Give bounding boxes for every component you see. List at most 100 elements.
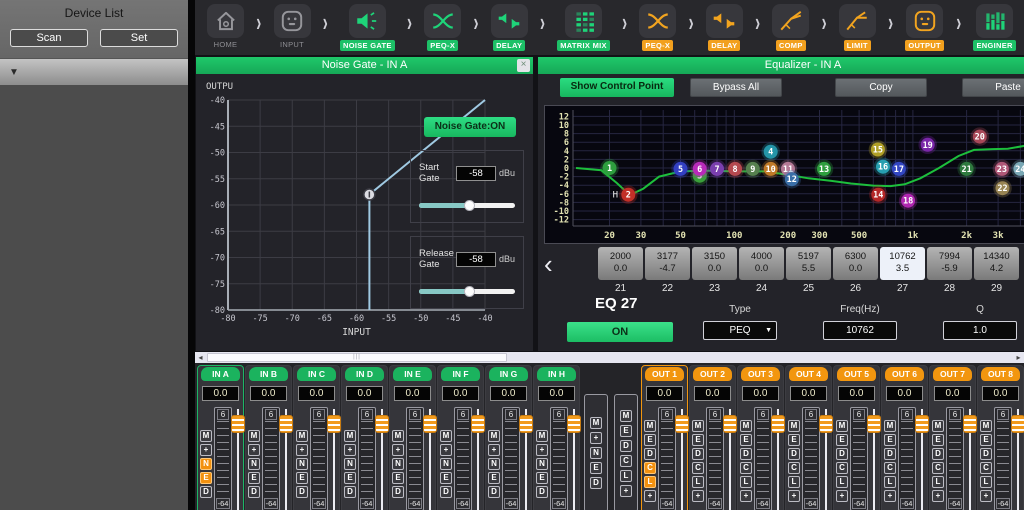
copy-button[interactable]: Copy: [835, 78, 927, 97]
channel-button-plus[interactable]: +: [692, 490, 704, 502]
fader-handle[interactable]: [675, 415, 689, 433]
channel-button-d[interactable]: D: [440, 486, 452, 498]
channel-gain-value[interactable]: 0.0: [790, 386, 827, 401]
channel-button-plus[interactable]: +: [536, 444, 548, 456]
channel-button-plus[interactable]: +: [884, 490, 896, 502]
channel-strip-out-7[interactable]: OUT 7 0.0 MEDCL+ 6 -64: [929, 365, 976, 510]
fader-track[interactable]: [237, 409, 239, 510]
show-control-point-button[interactable]: Show Control Point: [560, 78, 674, 97]
channel-name[interactable]: OUT 6: [885, 367, 924, 381]
channel-button-l[interactable]: L: [620, 470, 632, 482]
channel-button-l[interactable]: L: [788, 476, 800, 488]
channel-button-m[interactable]: M: [200, 430, 212, 442]
channel-button-d[interactable]: D: [248, 486, 260, 498]
channel-button-l[interactable]: L: [740, 476, 752, 488]
toolbar-item-comp[interactable]: COMP: [772, 4, 809, 51]
channel-button-e[interactable]: E: [740, 434, 752, 446]
eq-graph[interactable]: 121086420-2-4-6-8-10-1220305010020030050…: [544, 105, 1024, 244]
fader-track[interactable]: [729, 409, 731, 510]
toolbar-item-output[interactable]: OUTPUT: [905, 4, 944, 51]
channel-button-n[interactable]: N: [200, 458, 212, 470]
scan-button[interactable]: Scan: [10, 29, 88, 47]
channel-button-plus[interactable]: +: [644, 490, 656, 502]
fader-handle[interactable]: [963, 415, 977, 433]
toolbar-item-input[interactable]: INPUT: [274, 4, 311, 49]
channel-name[interactable]: IN F: [441, 367, 480, 381]
channel-button-e[interactable]: E: [788, 434, 800, 446]
channel-gain-value[interactable]: 0.0: [490, 386, 527, 401]
toolbar-item-peq-x[interactable]: PEQ-X: [639, 4, 676, 51]
channel-button-d[interactable]: D: [590, 477, 602, 489]
channel-button-c[interactable]: C: [788, 462, 800, 474]
channel-button-e[interactable]: E: [590, 462, 602, 474]
freq-field[interactable]: 10762: [823, 321, 897, 340]
noise-gate-titlebar[interactable]: Noise Gate - IN A ×: [196, 57, 533, 74]
channel-button-plus[interactable]: +: [788, 490, 800, 502]
toolbar-item-noise-gate[interactable]: NOISE GATE: [340, 4, 395, 51]
channel-button-m[interactable]: M: [296, 430, 308, 442]
channel-button-d[interactable]: D: [392, 486, 404, 498]
channel-gain-value[interactable]: 0.0: [394, 386, 431, 401]
channel-button-l[interactable]: L: [932, 476, 944, 488]
channel-button-plus[interactable]: +: [248, 444, 260, 456]
channel-gain-value[interactable]: 0.0: [646, 386, 683, 401]
channel-button-n[interactable]: N: [536, 458, 548, 470]
fader-handle[interactable]: [771, 415, 785, 433]
channel-strip-in-e[interactable]: IN E 0.0 M+NED 6 -64: [389, 365, 436, 510]
channel-button-plus[interactable]: +: [620, 485, 632, 497]
channel-name[interactable]: IN D: [345, 367, 384, 381]
channel-button-d[interactable]: D: [836, 448, 848, 460]
horizontal-scrollbar[interactable]: ◂ ||| ▸: [195, 352, 1024, 363]
channel-gain-value[interactable]: 0.0: [346, 386, 383, 401]
channel-button-l[interactable]: L: [692, 476, 704, 488]
channel-button-e[interactable]: E: [644, 434, 656, 446]
channel-button-plus[interactable]: +: [344, 444, 356, 456]
channel-button-d[interactable]: D: [296, 486, 308, 498]
channel-button-l[interactable]: L: [836, 476, 848, 488]
channel-strip-out-1[interactable]: OUT 1 0.0 MEDCL+ 6 -64: [641, 365, 688, 510]
fader-track[interactable]: [381, 409, 383, 510]
fader-handle[interactable]: [471, 415, 485, 433]
fader-handle[interactable]: [231, 415, 245, 433]
channel-name[interactable]: IN H: [537, 367, 576, 381]
fader-handle[interactable]: [819, 415, 833, 433]
channel-button-d[interactable]: D: [200, 486, 212, 498]
equalizer-titlebar[interactable]: Equalizer - IN A: [538, 57, 1024, 74]
channel-button-plus[interactable]: +: [392, 444, 404, 456]
channel-button-plus[interactable]: +: [488, 444, 500, 456]
channel-strip-in-g[interactable]: IN G 0.0 M+NED 6 -64: [485, 365, 532, 510]
channel-button-e[interactable]: E: [296, 472, 308, 484]
channel-button-m[interactable]: M: [980, 420, 992, 432]
channel-button-e[interactable]: E: [536, 472, 548, 484]
channel-button-plus[interactable]: +: [590, 432, 602, 444]
fader-track[interactable]: [921, 409, 923, 510]
channel-button-n[interactable]: N: [488, 458, 500, 470]
channel-button-d[interactable]: D: [788, 448, 800, 460]
channel-button-c[interactable]: C: [692, 462, 704, 474]
channel-strip-out-5[interactable]: OUT 5 0.0 MEDCL+ 6 -64: [833, 365, 880, 510]
channel-button-d[interactable]: D: [884, 448, 896, 460]
band-cell-25[interactable]: 51975.5 25: [786, 247, 831, 294]
band-cell-28[interactable]: 7994-5.9 28: [927, 247, 972, 294]
toolbar-item-enginer[interactable]: ENGINER: [973, 4, 1015, 51]
scroll-right-arrow-icon[interactable]: ▸: [1013, 352, 1024, 363]
fader-handle[interactable]: [519, 415, 533, 433]
channel-button-m[interactable]: M: [932, 420, 944, 432]
channel-button-e[interactable]: E: [200, 472, 212, 484]
band-cell-26[interactable]: 63000.0 26: [833, 247, 878, 294]
channel-gain-value[interactable]: 0.0: [442, 386, 479, 401]
channel-gain-value[interactable]: 0.0: [742, 386, 779, 401]
channel-name[interactable]: OUT 3: [741, 367, 780, 381]
toolbar-item-delay[interactable]: DELAY: [491, 4, 528, 51]
channel-button-c[interactable]: C: [884, 462, 896, 474]
fader-handle[interactable]: [1011, 415, 1024, 433]
toolbar-item-matrix-mix[interactable]: MATRIX MIX: [557, 4, 610, 51]
channel-name[interactable]: OUT 8: [981, 367, 1020, 381]
channel-button-l[interactable]: L: [980, 476, 992, 488]
channel-gain-value[interactable]: 0.0: [934, 386, 971, 401]
channel-gain-value[interactable]: 0.0: [202, 386, 239, 401]
channel-button-e[interactable]: E: [932, 434, 944, 446]
channel-button-plus[interactable]: +: [440, 444, 452, 456]
band-cell-24[interactable]: 40000.0 24: [739, 247, 784, 294]
channel-button-plus[interactable]: +: [836, 490, 848, 502]
